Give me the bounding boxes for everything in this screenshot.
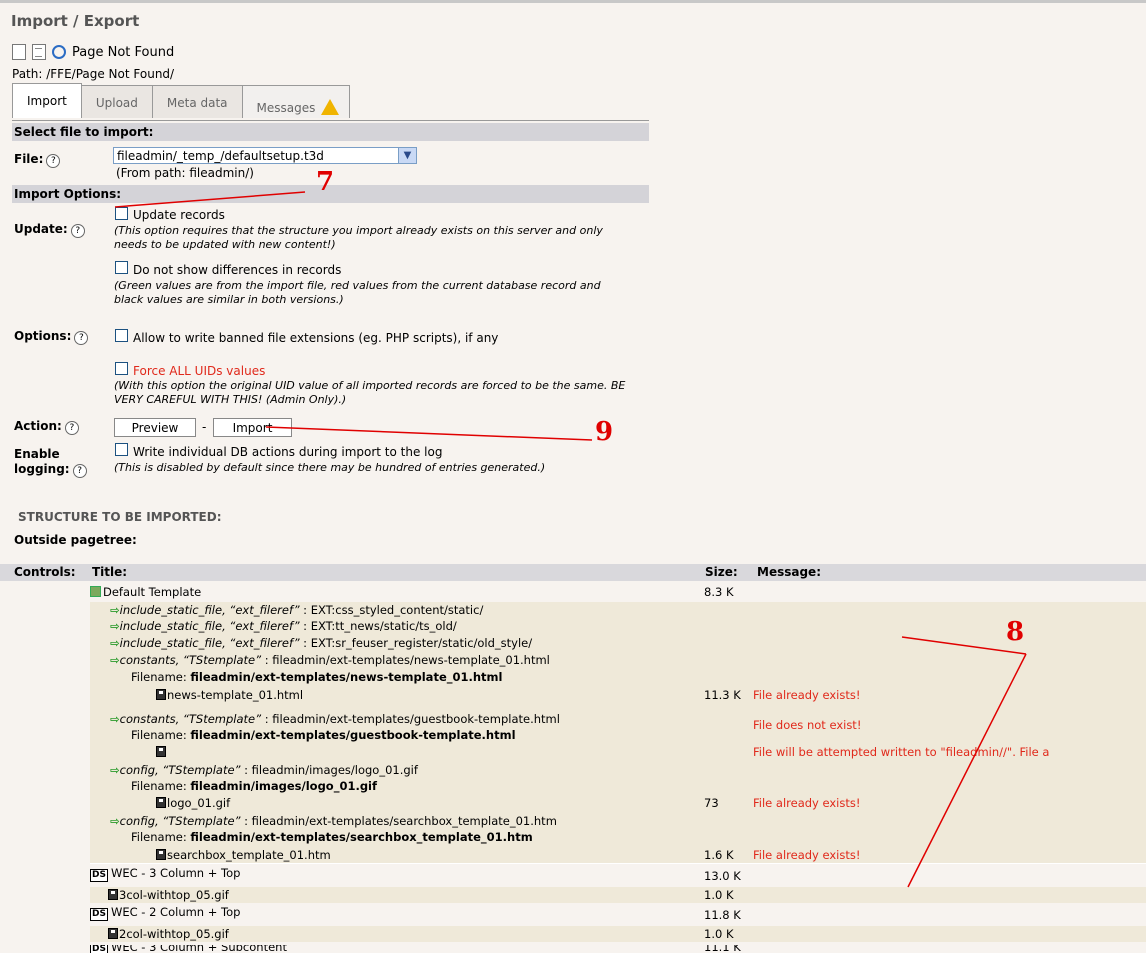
annotation-8: 8: [1006, 617, 1025, 647]
annotation-line-8b: [907, 653, 1027, 888]
annotation-7: 7: [316, 167, 335, 197]
annotation-9: 9: [595, 417, 614, 447]
annotation-lines: [114, 191, 1027, 888]
annotation-line-9: [265, 426, 593, 441]
annotation-line-7: [114, 191, 306, 208]
